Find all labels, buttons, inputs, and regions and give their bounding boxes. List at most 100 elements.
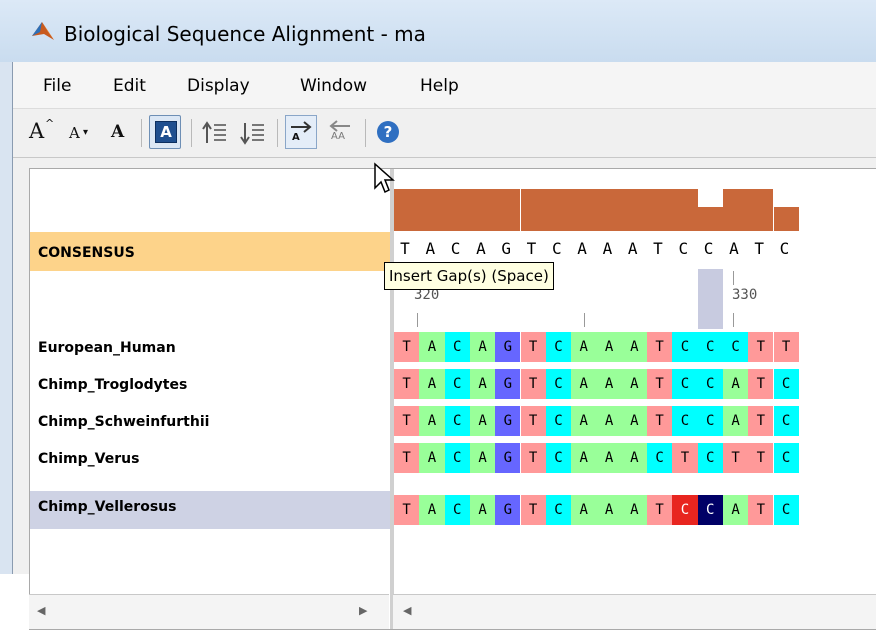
- residue-cell[interactable]: C: [697, 406, 723, 436]
- residue-cell[interactable]: C: [722, 332, 749, 362]
- move-rows-down-icon[interactable]: [239, 117, 267, 149]
- residue-cell[interactable]: T: [748, 495, 774, 525]
- menu-display[interactable]: Display: [187, 76, 250, 96]
- residue-cell[interactable]: C: [672, 369, 698, 399]
- residue-cell[interactable]: T: [647, 332, 673, 362]
- residue-cell[interactable]: T: [672, 443, 698, 473]
- residue-cell[interactable]: T: [647, 406, 673, 436]
- residue-cell[interactable]: A: [621, 369, 647, 399]
- residue-cell[interactable]: C: [773, 369, 799, 399]
- residue-cell[interactable]: A: [621, 443, 647, 473]
- residue-cell[interactable]: T: [394, 406, 420, 436]
- sequence-name[interactable]: Chimp_Verus: [30, 451, 390, 467]
- move-rows-up-icon[interactable]: [201, 117, 229, 149]
- residue-cell[interactable]: G: [495, 443, 521, 473]
- residue-cell[interactable]: C: [697, 495, 723, 525]
- residue-cell[interactable]: G: [495, 369, 521, 399]
- residue-cell[interactable]: C: [672, 332, 698, 362]
- residue-cell[interactable]: T: [394, 369, 420, 399]
- residue-cell[interactable]: C: [697, 443, 723, 473]
- residue-cell[interactable]: A: [469, 332, 496, 362]
- color-mode-button[interactable]: A: [149, 115, 181, 149]
- residue-cell[interactable]: C: [545, 369, 572, 399]
- menu-file[interactable]: File: [43, 76, 71, 96]
- residue-cell[interactable]: T: [748, 406, 774, 436]
- residue-cell[interactable]: T: [520, 495, 546, 525]
- residue-cell[interactable]: T: [722, 443, 749, 473]
- residue-cell[interactable]: A: [419, 369, 445, 399]
- sequence-name[interactable]: Chimp_Schweinfurthii: [30, 414, 390, 430]
- insert-gap-button[interactable]: A: [285, 115, 317, 149]
- residue-cell[interactable]: A: [469, 406, 496, 436]
- residue-cell[interactable]: C: [545, 443, 572, 473]
- residue-cell[interactable]: T: [394, 495, 420, 525]
- residue-cell[interactable]: T: [520, 406, 546, 436]
- residue-cell[interactable]: A: [596, 406, 622, 436]
- residue-cell[interactable]: A: [722, 406, 749, 436]
- residue-cell[interactable]: C: [672, 495, 698, 525]
- residue-cell[interactable]: C: [545, 495, 572, 525]
- residue-cell[interactable]: T: [748, 332, 774, 362]
- residue-cell[interactable]: C: [444, 332, 470, 362]
- residue-cell[interactable]: A: [469, 443, 496, 473]
- residue-cell[interactable]: A: [419, 495, 445, 525]
- residue-cell[interactable]: C: [697, 332, 723, 362]
- decrease-font-button[interactable]: A ▾: [67, 117, 97, 149]
- residue-cell[interactable]: C: [444, 443, 470, 473]
- increase-font-button[interactable]: A ^: [27, 117, 57, 149]
- reset-font-button[interactable]: A: [107, 117, 133, 149]
- scroll-left-icon[interactable]: ◀: [403, 604, 411, 617]
- residue-cell[interactable]: A: [419, 443, 445, 473]
- residue-cell[interactable]: T: [520, 443, 546, 473]
- residue-cell[interactable]: C: [773, 406, 799, 436]
- residue-cell[interactable]: A: [596, 495, 622, 525]
- residue-cell[interactable]: A: [621, 406, 647, 436]
- residue-cell[interactable]: A: [596, 332, 622, 362]
- residue-cell[interactable]: A: [571, 369, 597, 399]
- residue-cell[interactable]: A: [722, 495, 749, 525]
- names-scrollbar[interactable]: ◀ ▶: [29, 594, 389, 629]
- residue-cell[interactable]: T: [394, 332, 420, 362]
- residue-cell[interactable]: A: [596, 369, 622, 399]
- residue-cell[interactable]: A: [419, 406, 445, 436]
- residue-cell[interactable]: A: [469, 495, 496, 525]
- scroll-right-icon[interactable]: ▶: [359, 604, 367, 617]
- residue-cell[interactable]: C: [773, 443, 799, 473]
- residue-cell[interactable]: T: [394, 443, 420, 473]
- residue-cell[interactable]: C: [672, 406, 698, 436]
- residue-cell[interactable]: C: [545, 406, 572, 436]
- residue-cell[interactable]: A: [571, 406, 597, 436]
- sequence-name[interactable]: Chimp_Troglodytes: [30, 377, 390, 393]
- residue-cell[interactable]: T: [647, 369, 673, 399]
- residue-cell[interactable]: A: [571, 443, 597, 473]
- help-button[interactable]: ?: [377, 121, 399, 143]
- residue-cell[interactable]: A: [596, 443, 622, 473]
- residue-cell[interactable]: A: [722, 369, 749, 399]
- residue-cell[interactable]: A: [621, 332, 647, 362]
- menu-help[interactable]: Help: [420, 76, 459, 96]
- menu-window[interactable]: Window: [300, 76, 367, 96]
- scroll-left-icon[interactable]: ◀: [37, 604, 45, 617]
- residue-cell[interactable]: A: [469, 369, 496, 399]
- residue-cell[interactable]: A: [571, 495, 597, 525]
- residue-cell[interactable]: T: [647, 495, 673, 525]
- residue-cell[interactable]: A: [621, 495, 647, 525]
- residue-cell[interactable]: G: [495, 406, 521, 436]
- residue-cell[interactable]: T: [748, 369, 774, 399]
- residue-cell[interactable]: A: [571, 332, 597, 362]
- sequence-grid[interactable]: TACAGTCAAATCCATC 320 330 TACAGTCAAATCCCT…: [394, 169, 876, 629]
- residue-cell[interactable]: T: [773, 332, 799, 362]
- residue-cell[interactable]: C: [697, 369, 723, 399]
- residue-cell[interactable]: C: [444, 495, 470, 525]
- residue-cell[interactable]: C: [444, 369, 470, 399]
- sequence-name[interactable]: European_Human: [30, 340, 390, 356]
- residue-cell[interactable]: T: [748, 443, 774, 473]
- remove-gap-button[interactable]: AA: [325, 115, 355, 149]
- residue-cell[interactable]: C: [545, 332, 572, 362]
- sequence-scrollbar[interactable]: ◀: [393, 594, 876, 629]
- residue-cell[interactable]: G: [495, 332, 521, 362]
- sequence-name[interactable]: Chimp_Vellerosus: [30, 499, 390, 515]
- residue-cell[interactable]: A: [419, 332, 445, 362]
- residue-cell[interactable]: C: [444, 406, 470, 436]
- residue-cell[interactable]: C: [773, 495, 799, 525]
